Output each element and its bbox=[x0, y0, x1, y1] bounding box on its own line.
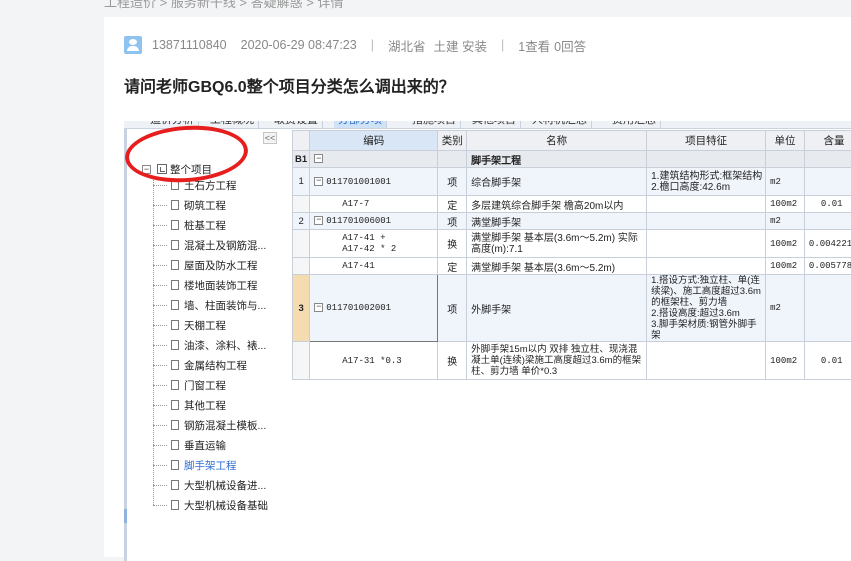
document-icon bbox=[171, 280, 179, 290]
document-icon bbox=[171, 300, 179, 310]
tab-fee-settings[interactable]: 取费设置 bbox=[270, 121, 323, 129]
tab-material-summary[interactable]: 人材机汇总 bbox=[528, 121, 592, 129]
tree-item[interactable]: 混凝土及钢筋混... bbox=[153, 238, 266, 252]
document-icon bbox=[171, 420, 179, 430]
tree-item[interactable]: 门窗工程 bbox=[153, 378, 226, 392]
avatar[interactable] bbox=[124, 36, 142, 54]
document-icon bbox=[171, 500, 179, 510]
software-tabbar: 造价分析 工程概况 取费设置 分部分项 措施项目 其他项目 人材机汇总 费用汇总 bbox=[124, 121, 851, 129]
tree-item[interactable]: 钢筋混凝土模板... bbox=[153, 418, 266, 432]
answer-count: 0回答 bbox=[554, 36, 586, 55]
document-icon bbox=[171, 220, 179, 230]
tab-measures[interactable]: 措施项目 bbox=[408, 121, 461, 129]
attached-screenshot[interactable]: 造价分析 工程概况 取费设置 分部分项 措施项目 其他项目 人材机汇总 费用汇总… bbox=[124, 121, 851, 561]
tree-item[interactable]: 大型机械设备基础 bbox=[153, 498, 268, 512]
column-header-code[interactable]: 编码 bbox=[310, 131, 438, 151]
tab-fee-summary[interactable]: 费用汇总 bbox=[608, 121, 661, 129]
tree-item[interactable]: 金属结构工程 bbox=[153, 358, 247, 372]
tree-item[interactable]: 垂直运输 bbox=[153, 438, 226, 452]
document-icon bbox=[171, 240, 179, 250]
meta-separator-2: | bbox=[501, 38, 504, 52]
tree-item-selected[interactable]: 脚手架工程 bbox=[153, 458, 237, 472]
table-row[interactable]: A17-41 定 满堂脚手架 基本层(3.6m～5.2m) 100m2 0.00… bbox=[293, 258, 851, 275]
left-edge-bar bbox=[124, 129, 127, 561]
user-name[interactable]: 13871110840 bbox=[152, 38, 227, 52]
tree-item[interactable]: 墙、柱面装饰与... bbox=[153, 298, 266, 312]
table-row[interactable]: 1 −011701001001 项 综合脚手架 1.建筑结构形式:框架结构 2.… bbox=[293, 168, 851, 196]
document-icon bbox=[171, 380, 179, 390]
document-icon bbox=[171, 260, 179, 270]
document-icon bbox=[171, 200, 179, 210]
minus-icon[interactable]: − bbox=[314, 303, 323, 312]
document-icon bbox=[171, 460, 179, 470]
corner-header bbox=[293, 131, 310, 151]
table-row[interactable]: 2 −011701006001 项 满堂脚手架 m2 bbox=[293, 213, 851, 230]
post-datetime: 2020-06-29 08:47:23 bbox=[241, 38, 357, 52]
column-header-qty[interactable]: 含量 bbox=[804, 131, 851, 151]
major-tag: 土建 安装 bbox=[433, 36, 486, 55]
document-icon bbox=[171, 400, 179, 410]
document-icon bbox=[171, 480, 179, 490]
column-header-unit[interactable]: 单位 bbox=[766, 131, 805, 151]
tree-item[interactable]: 屋面及防水工程 bbox=[153, 258, 258, 272]
document-icon bbox=[171, 340, 179, 350]
question-meta: 13871110840 2020-06-29 08:47:23 | 湖北省 土建… bbox=[124, 35, 586, 55]
section-number: B1 bbox=[293, 151, 310, 168]
minus-icon[interactable]: − bbox=[314, 216, 323, 225]
tree-item[interactable]: 天棚工程 bbox=[153, 318, 226, 332]
view-count: 1查看 bbox=[518, 36, 550, 55]
column-header-name[interactable]: 名称 bbox=[467, 131, 647, 151]
breadcrumb[interactable]: 工程造价 > 服务新干线 > 答疑解惑 > 详情 bbox=[104, 0, 343, 11]
tree-item[interactable]: 桩基工程 bbox=[153, 218, 226, 232]
province-tag: 湖北省 bbox=[388, 36, 426, 55]
document-icon bbox=[171, 440, 179, 450]
document-icon bbox=[171, 360, 179, 370]
document-icon bbox=[171, 320, 179, 330]
minus-icon[interactable]: − bbox=[314, 154, 323, 163]
tree-item[interactable]: 油漆、涂料、裱... bbox=[153, 338, 266, 352]
meta-separator: | bbox=[371, 38, 374, 52]
tab-sub-items[interactable]: 分部分项 bbox=[334, 121, 387, 129]
tree-item[interactable]: 大型机械设备进... bbox=[153, 478, 266, 492]
table-row[interactable]: A17-7 定 多层建筑综合脚手架 檐高20m以内 100m2 0.01 bbox=[293, 196, 851, 213]
table-row[interactable]: A17-41 + A17-42 * 2 换 满堂脚手架 基本层(3.6m～5.2… bbox=[293, 230, 851, 258]
column-header-feature[interactable]: 项目特征 bbox=[647, 131, 766, 151]
category-tree: << − 整个项目 土石方工程 砌筑工程 桩基工程 混凝土及钢筋混... 屋面及… bbox=[130, 129, 282, 561]
section-row[interactable]: B1 − 脚手架工程 bbox=[293, 151, 851, 168]
minus-icon[interactable]: − bbox=[314, 177, 323, 186]
tree-item[interactable]: 楼地面装饰工程 bbox=[153, 278, 258, 292]
question-title: 请问老师GBQ6.0整个项目分类怎么调出来的？ bbox=[124, 73, 455, 97]
column-header-type[interactable]: 类别 bbox=[438, 131, 467, 151]
tree-item[interactable]: 其他工程 bbox=[153, 398, 226, 412]
tab-other-items[interactable]: 其他项目 bbox=[468, 121, 521, 129]
table-row-selected[interactable]: 3 −011701002001 项 外脚手架 1.搭设方式:独立柱、单(连续梁)… bbox=[293, 275, 851, 342]
collapse-tree-button[interactable]: << bbox=[263, 132, 277, 144]
table-row[interactable]: A17-31 *0.3 换 外脚手架15m以内 双排 独立柱、现浇混凝土单(连续… bbox=[293, 342, 851, 380]
question-card: 13871110840 2020-06-29 08:47:23 | 湖北省 土建… bbox=[104, 17, 851, 557]
section-name: 脚手架工程 bbox=[467, 151, 647, 168]
tree-item[interactable]: 砌筑工程 bbox=[153, 198, 226, 212]
bill-grid: 编码 类别 名称 项目特征 单位 含量 B1 − 脚手架工程 bbox=[292, 130, 851, 561]
